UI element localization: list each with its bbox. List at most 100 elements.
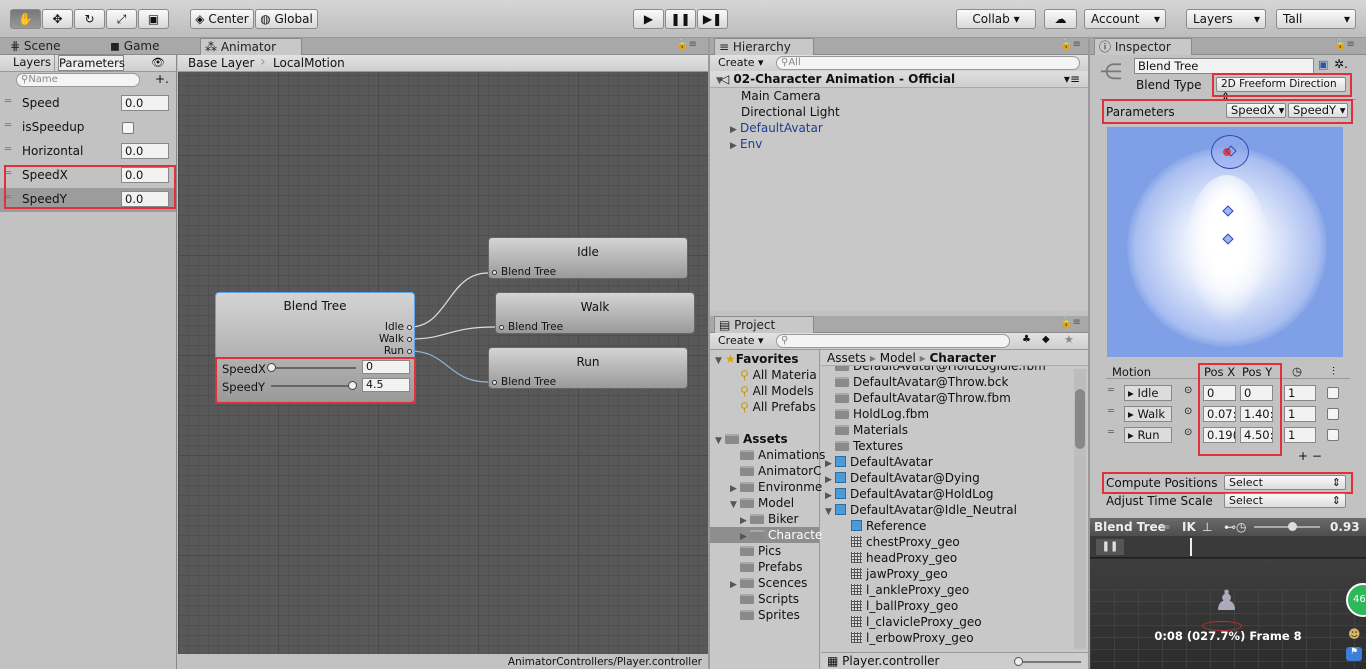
state-run[interactable]: Run Blend Tree — [488, 347, 688, 389]
layers-dropdown[interactable]: Layers ▾ — [1186, 9, 1266, 29]
favorite-item[interactable]: ⚲ All Materia — [710, 367, 819, 383]
asset-item[interactable]: jawProxy_geo — [821, 566, 1073, 582]
hierarchy-create-button[interactable]: Create ▾ — [714, 56, 770, 71]
avatar-icon[interactable]: ☻ — [1348, 627, 1361, 641]
space-toggle[interactable]: ◍ Global — [255, 9, 318, 29]
tab-game[interactable]: ◼ Game — [106, 38, 196, 55]
tab-layers[interactable]: Layers — [10, 55, 55, 71]
asset-item[interactable]: ▼ DefaultAvatar@Idle_Neutral — [821, 502, 1073, 518]
folder-item[interactable]: Animations — [710, 447, 825, 463]
folder-item[interactable]: Sprites — [710, 607, 819, 623]
hierarchy-item-main-camera[interactable]: Main Camera — [710, 88, 1088, 104]
account-dropdown[interactable]: Account ▾ — [1084, 9, 1166, 29]
hierarchy-item-defaultavatar[interactable]: ▶ DefaultAvatar — [710, 120, 1088, 136]
asset-item[interactable]: headProxy_geo — [821, 550, 1073, 566]
blend-space-plot[interactable] — [1107, 127, 1343, 357]
project-lock-icon[interactable]: 🔒≡ — [1060, 317, 1081, 328]
favorite-item[interactable]: ⚲ All Models — [710, 383, 819, 399]
folder-item[interactable]: ▶ Biker — [710, 511, 819, 527]
step-button[interactable]: ▶❚ — [697, 9, 728, 29]
speed-field[interactable]: 1 — [1284, 427, 1316, 443]
hierarchy-item-directional-light[interactable]: Directional Light — [710, 104, 1088, 120]
play-button[interactable]: ▶ — [633, 9, 664, 29]
drag-handle-icon[interactable]: ═ — [5, 120, 11, 131]
path-character[interactable]: Character — [929, 351, 995, 365]
asset-item[interactable]: chestProxy_geo — [821, 534, 1073, 550]
rect-tool-button[interactable]: ▣ — [138, 9, 169, 29]
project-scrollbar[interactable] — [1074, 369, 1086, 649]
preview-viewport[interactable]: ♟ 0:08 (027.7%) Frame 8 46 ☻ ⚑ — [1090, 559, 1366, 669]
pause-button[interactable]: ❚❚ — [665, 9, 696, 29]
layout-dropdown[interactable]: Tall ▾ — [1276, 9, 1356, 29]
hierarchy-search[interactable]: ⚲All — [776, 56, 1080, 70]
asset-item[interactable]: DefaultAvatar@Throw.bck — [821, 374, 1073, 390]
object-picker-icon[interactable]: ⊙ — [1184, 427, 1192, 438]
tab-project[interactable]: ▤ Project — [714, 316, 814, 333]
timeline-bar[interactable]: ❚❚ — [1090, 536, 1366, 558]
asset-item[interactable]: Textures — [821, 438, 1073, 454]
add-remove-motion[interactable]: + − — [1298, 449, 1322, 463]
folder-item[interactable]: ▶ Environme — [710, 479, 822, 495]
asset-item[interactable]: HoldLog.fbm — [821, 406, 1073, 422]
state-idle[interactable]: Idle Blend Tree — [488, 237, 688, 279]
lock-icon[interactable]: 🔒≡ — [676, 39, 697, 50]
asset-item[interactable]: l_ankleProxy_geo — [821, 582, 1073, 598]
ik-toggle[interactable]: IK — [1182, 518, 1196, 536]
asset-item[interactable]: l_erbowProxy_geo — [821, 630, 1073, 646]
folder-item[interactable]: ▼ Model — [710, 495, 819, 511]
drag-handle-icon[interactable]: ═ — [1108, 406, 1114, 417]
parameter-value[interactable]: 0.0 — [121, 143, 169, 159]
hierarchy-item-env[interactable]: ▶ Env — [710, 136, 1088, 152]
filter-type-icon[interactable]: ♣ — [1022, 334, 1031, 345]
path-assets[interactable]: Assets — [827, 351, 866, 365]
folder-item[interactable]: Scripts — [710, 591, 819, 607]
parameter-row[interactable]: ═ Speed 0.0 — [0, 92, 176, 116]
preview-speed-slider[interactable] — [1254, 522, 1320, 531]
asset-item[interactable]: ▶ DefaultAvatar@Dying — [821, 470, 1073, 486]
folder-item[interactable]: AnimatorC — [710, 463, 822, 479]
filter-label-icon[interactable]: ◆ — [1042, 334, 1050, 345]
icon-size-slider[interactable] — [1014, 657, 1081, 666]
folder-item[interactable]: Pics — [710, 543, 819, 559]
parameter-row[interactable]: ═ isSpeedup — [0, 116, 176, 140]
speed-field[interactable]: 1 — [1284, 385, 1316, 401]
asset-item[interactable]: l_clavicleProxy_geo — [821, 614, 1073, 630]
asset-item[interactable]: DefaultAvatar@HoldLogIdle.fbm — [821, 366, 1073, 374]
hand-tool-button[interactable]: ✋ — [10, 9, 41, 29]
object-picker-icon[interactable]: ⊙ — [1184, 385, 1192, 396]
folder-item[interactable]: Prefabs — [710, 559, 819, 575]
motion-field[interactable]: ▸ Idle — [1124, 385, 1172, 401]
tab-inspector[interactable]: ⓘ Inspector — [1094, 38, 1192, 55]
scale-tool-button[interactable]: ⤢ — [106, 9, 137, 29]
add-parameter-button[interactable]: +. — [155, 72, 169, 86]
parameter-checkbox[interactable] — [122, 122, 134, 134]
move-tool-button[interactable]: ✥ — [42, 9, 73, 29]
assets-header[interactable]: ▼ Assets — [710, 431, 819, 447]
preview-pause-button[interactable]: ❚❚ — [1096, 539, 1124, 555]
mirror-checkbox[interactable] — [1327, 387, 1339, 399]
favorites-header[interactable]: ▼ ★Favorites — [710, 351, 819, 367]
tab-scene[interactable]: ⋕ Scene — [6, 38, 96, 55]
eye-icon[interactable]: 👁 — [151, 56, 165, 69]
tag-icon[interactable]: ⚑ — [1346, 647, 1362, 661]
asset-item[interactable]: DefaultAvatar@Throw.fbm — [821, 390, 1073, 406]
path-model[interactable]: Model — [880, 351, 916, 365]
state-walk[interactable]: Walk Blend Tree — [495, 292, 695, 334]
timeline-cursor[interactable] — [1190, 538, 1192, 556]
parameter-search[interactable]: ⚲Name — [16, 73, 140, 87]
drag-handle-icon[interactable]: ═ — [5, 144, 11, 155]
asset-item[interactable]: Reference — [821, 518, 1073, 534]
object-picker-icon[interactable]: ⊙ — [1184, 406, 1192, 417]
motion-field[interactable]: ▸ Walk — [1124, 406, 1172, 422]
animator-graph[interactable]: Base Layer › LocalMotion Blend Tree Idle… — [178, 55, 708, 669]
project-create-button[interactable]: Create ▾ — [714, 334, 770, 349]
adjust-time-scale-dropdown[interactable]: Select ⇕ — [1224, 493, 1346, 508]
blend-tree-name-field[interactable]: Blend Tree — [1134, 58, 1314, 74]
help-icon[interactable]: ▣ — [1318, 58, 1328, 71]
collab-dropdown[interactable]: Collab ▾ — [956, 9, 1036, 29]
settings-gear-icon[interactable]: ✲. — [1334, 57, 1348, 71]
drag-handle-icon[interactable]: ═ — [5, 96, 11, 107]
star-filter-icon[interactable]: ★ — [1064, 333, 1074, 346]
motion-field[interactable]: ▸ Run — [1124, 427, 1172, 443]
rotate-tool-button[interactable]: ↻ — [74, 9, 105, 29]
